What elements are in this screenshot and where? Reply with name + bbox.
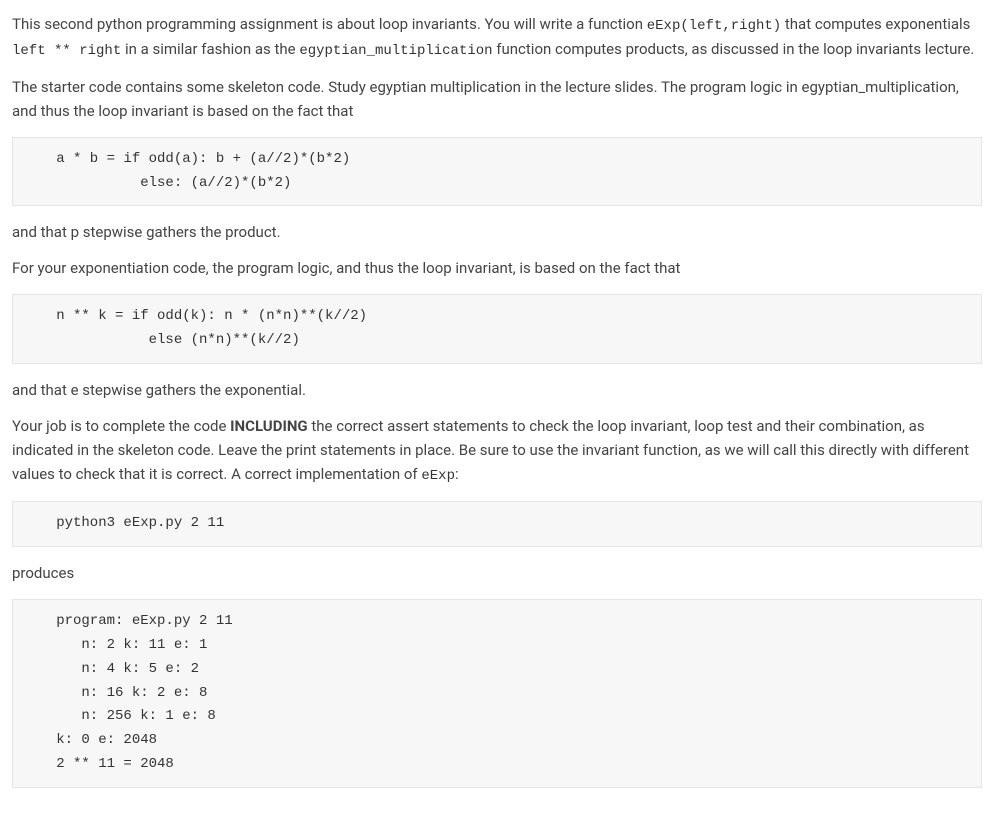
paragraph-intro: This second python programming assignmen… [12,12,982,63]
code-inline-egyptian: egyptian_multiplication [299,43,492,59]
text: Your job is to complete the code [12,417,230,435]
code-inline-eexp2: eExp [421,468,455,484]
paragraph-exp-logic: For your exponentiation code, the progra… [12,256,982,280]
paragraph-starter: The starter code contains some skeleton … [12,75,982,123]
code-block-command: python3 eExp.py 2 11 [12,501,982,547]
paragraph-product: and that p stepwise gathers the product. [12,220,982,244]
text: that computes exponentials [781,15,970,33]
text-including: INCLUDING [230,417,308,435]
text: : [455,465,459,483]
text: function computes products, as discussed… [493,40,975,58]
code-block-output: program: eExp.py 2 11 n: 2 k: 11 e: 1 n:… [12,599,982,788]
paragraph-job: Your job is to complete the code INCLUDI… [12,414,982,487]
code-block-mult-invariant: a * b = if odd(a): b + (a//2)*(b*2) else… [12,137,982,207]
code-inline-left-right: left ** right [12,43,121,59]
text: This second python programming assignmen… [12,15,647,33]
code-block-exp-invariant: n ** k = if odd(k): n * (n*n)**(k//2) el… [12,294,982,364]
text: in a similar fashion as the [121,40,299,58]
code-inline-eexp: eExp(left,right) [647,18,781,34]
paragraph-exponential: and that e stepwise gathers the exponent… [12,378,982,402]
paragraph-produces: produces [12,561,982,585]
